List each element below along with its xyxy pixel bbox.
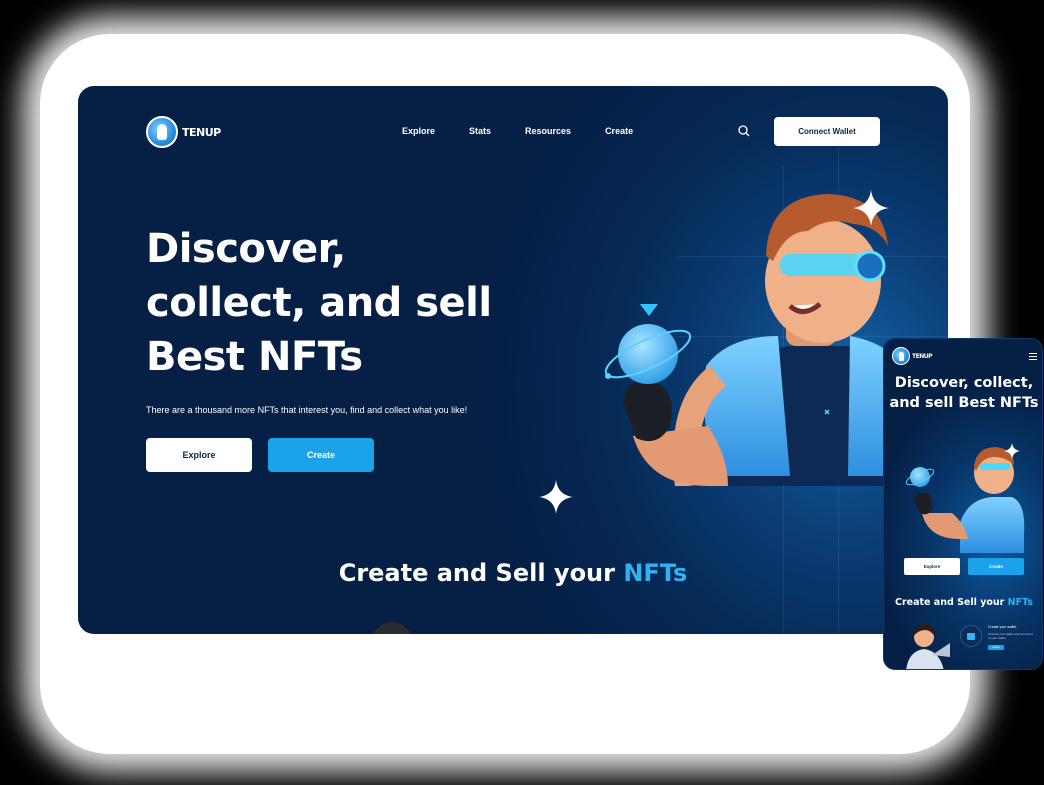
step-button[interactable]: Create [988, 645, 1004, 650]
character-illustration [906, 624, 950, 669]
avatar [372, 622, 412, 634]
step-description: Choose your wallet and connect it to you… [988, 632, 1034, 640]
explore-button[interactable]: Explore [146, 438, 252, 472]
brand-logo[interactable]: TENUP [892, 347, 932, 365]
hero-title: Discover, collect, and sell Best NFTs [889, 375, 1039, 411]
main-nav: Explore Stats Resources Create [402, 126, 667, 136]
hero-title: Discover, collect, and sell Best NFTs [146, 226, 492, 380]
nav-link-create[interactable]: Create [605, 126, 633, 136]
create-button[interactable]: Create [268, 438, 374, 472]
section-title-accent: NFTs [623, 559, 688, 587]
hamburger-menu-icon[interactable] [1029, 353, 1037, 362]
mobile-mockup: TENUP Discover, collect, and sell Best N… [883, 338, 1043, 670]
section-title: Create and Sell your NFTs [78, 559, 948, 587]
logo-text: TENUP [912, 352, 932, 360]
search-icon[interactable] [738, 125, 750, 137]
logo-text: TENUP [182, 125, 221, 139]
section-title: Create and Sell your NFTs [884, 597, 1042, 608]
step-create-wallet: Create your wallet Choose your wallet an… [960, 625, 1033, 650]
create-button[interactable]: Create [968, 558, 1024, 575]
sparkle-icon [539, 480, 573, 514]
sparkle-icon [853, 190, 889, 226]
wallet-icon [960, 625, 982, 647]
hero-subtitle: There are a thousand more NFTs that inte… [146, 405, 468, 415]
nav-link-resources[interactable]: Resources [525, 126, 571, 136]
section-title-text: Create and Sell your [895, 597, 1008, 608]
nav-link-explore[interactable]: Explore [402, 126, 435, 136]
step-title: Create your wallet [988, 625, 1017, 629]
brand-logo[interactable]: TENUP [146, 116, 221, 148]
section-title-text: Create and Sell your [338, 559, 624, 587]
hero-illustration [905, 443, 1025, 553]
nav-link-stats[interactable]: Stats [469, 126, 491, 136]
section-title-accent: NFTs [1007, 597, 1033, 608]
explore-button[interactable]: Explore [904, 558, 960, 575]
hand-pointer-icon [892, 347, 910, 365]
hand-pointer-icon [146, 116, 178, 148]
desktop-mockup: TENUP Explore Stats Resources Create Con… [78, 86, 948, 634]
connect-wallet-button[interactable]: Connect Wallet [774, 117, 880, 146]
